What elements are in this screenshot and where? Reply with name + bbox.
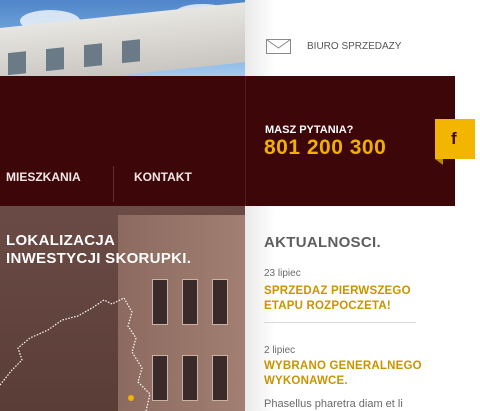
envelope-icon[interactable] bbox=[266, 39, 291, 54]
facebook-icon: f bbox=[451, 129, 457, 148]
window bbox=[122, 39, 140, 64]
news-date: 2 lipiec bbox=[264, 345, 296, 356]
window bbox=[212, 279, 228, 325]
map-outline-icon bbox=[0, 297, 151, 411]
facebook-button[interactable]: f bbox=[435, 119, 475, 159]
nav-item-kontakt[interactable]: KONTAKT bbox=[134, 170, 192, 184]
hero-caption-line1: LOKALIZACJA bbox=[6, 232, 116, 249]
news-headline-line: WYKONAWCE. bbox=[264, 375, 348, 387]
news-headline-line: ETAPU ROZPOCZETA! bbox=[264, 300, 391, 312]
header-band bbox=[0, 76, 455, 206]
window bbox=[182, 279, 198, 325]
window bbox=[84, 43, 102, 68]
window bbox=[46, 47, 64, 72]
slider-dot[interactable] bbox=[128, 395, 134, 401]
hero-caption: LOKALIZACJA INWESTYCJI SKORUPKI. bbox=[6, 232, 191, 268]
window bbox=[182, 355, 198, 401]
news-headline[interactable]: WYBRANO GENERALNEGO WYKONAWCE. bbox=[264, 359, 422, 389]
window bbox=[8, 51, 26, 76]
news-title: AKTUALNOSCI. bbox=[264, 234, 381, 251]
window bbox=[212, 355, 228, 401]
contact-question: MASZ PYTANIA? bbox=[265, 124, 354, 136]
header-band-divider bbox=[245, 76, 246, 206]
contact-phone[interactable]: 801 200 300 bbox=[264, 136, 386, 160]
nav-divider bbox=[113, 166, 114, 202]
news-headline-line: WYBRANO GENERALNEGO bbox=[264, 360, 422, 372]
sales-office-link[interactable]: BIURO SPRZEDAZY bbox=[307, 41, 401, 52]
news-body-snippet: Phasellus pharetra diam et li bbox=[264, 398, 403, 410]
news-headline[interactable]: SPRZEDAZ PIERWSZEGO ETAPU ROZPOCZETA! bbox=[264, 284, 411, 314]
facebook-button-fold bbox=[435, 159, 443, 165]
news-divider bbox=[264, 322, 416, 323]
news-date: 23 lipiec bbox=[264, 268, 301, 279]
nav-item-mieszkania[interactable]: MIESZKANIA bbox=[6, 170, 81, 184]
hero-caption-line2: INWESTYCJI SKORUPKI. bbox=[6, 250, 192, 267]
news-headline-line: SPRZEDAZ PIERWSZEGO bbox=[264, 285, 411, 297]
